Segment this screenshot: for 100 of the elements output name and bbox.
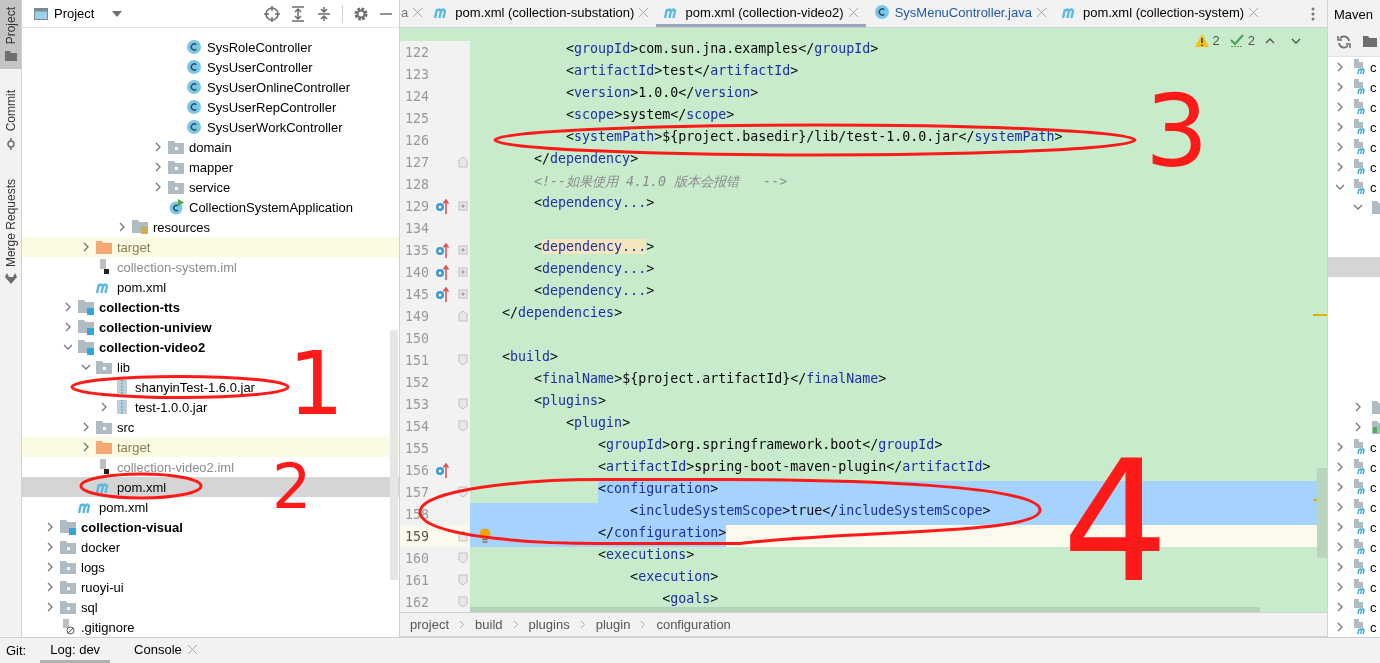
tree-label[interactable]: c xyxy=(1370,159,1377,175)
expand-chevron-icon[interactable] xyxy=(1335,82,1345,92)
tree-item[interactable]: logs xyxy=(22,557,399,577)
expand-chevron-icon[interactable] xyxy=(81,422,91,432)
expand-chevron-icon[interactable] xyxy=(1335,442,1345,452)
collapse-chevron-icon[interactable] xyxy=(1335,182,1345,192)
breadcrumb[interactable]: configuration xyxy=(656,617,731,632)
editor-tab[interactable]: pom.xml (collection-substation) xyxy=(426,0,657,27)
editor-tab[interactable]: pom.xml (collection-system) xyxy=(1053,0,1267,27)
expand-chevron-icon[interactable] xyxy=(1335,62,1345,72)
more-icon[interactable] xyxy=(1311,6,1315,21)
fold-marker-icon[interactable] xyxy=(457,156,468,168)
override-marker-icon[interactable] xyxy=(435,198,449,214)
settings-icon[interactable] xyxy=(353,5,369,22)
expand-chevron-icon[interactable] xyxy=(81,242,91,252)
fold-marker-icon[interactable] xyxy=(457,398,468,410)
locate-icon[interactable] xyxy=(264,5,280,22)
tree-item[interactable]: docker xyxy=(22,537,399,557)
tool-window-button[interactable]: Commit xyxy=(0,83,21,158)
tool-tab[interactable]: Console xyxy=(124,638,207,663)
expand-chevron-icon[interactable] xyxy=(1335,482,1345,492)
scrollbar[interactable] xyxy=(390,330,398,580)
collapse-chevron-icon[interactable] xyxy=(1353,202,1363,212)
check-icon[interactable] xyxy=(1229,34,1244,47)
tool-window-button[interactable]: Project xyxy=(0,0,21,70)
tree-label[interactable]: c xyxy=(1370,59,1377,75)
tree-item[interactable]: SysRoleController xyxy=(22,37,399,57)
tree-label[interactable]: c xyxy=(1370,499,1377,515)
tree-item[interactable]: target xyxy=(22,437,399,457)
breadcrumb[interactable]: plugins xyxy=(528,617,570,632)
tree-item[interactable]: resources xyxy=(22,217,399,237)
fold-marker-icon[interactable] xyxy=(457,530,468,542)
override-marker-icon[interactable] xyxy=(435,462,449,478)
dropdown-caret-icon[interactable] xyxy=(112,10,123,17)
tree-item[interactable]: sql xyxy=(22,597,399,617)
expand-chevron-icon[interactable] xyxy=(63,302,73,312)
tree-item[interactable]: target xyxy=(22,237,399,257)
tree-label[interactable]: c xyxy=(1370,79,1377,95)
collapse-chevron-icon[interactable] xyxy=(81,362,91,372)
tool-window-button[interactable]: Merge Requests xyxy=(0,171,21,292)
tree-item[interactable]: SysUserWorkController xyxy=(22,117,399,137)
expand-chevron-icon[interactable] xyxy=(1335,142,1345,152)
expand-chevron-icon[interactable] xyxy=(1335,462,1345,472)
expand-chevron-icon[interactable] xyxy=(45,522,55,532)
tree-item[interactable]: collection-system.iml xyxy=(22,257,399,277)
expand-chevron-icon[interactable] xyxy=(153,142,163,152)
expand-chevron-icon[interactable] xyxy=(117,222,127,232)
override-marker-icon[interactable] xyxy=(435,264,449,280)
tree-label[interactable]: c xyxy=(1370,459,1377,475)
fold-marker-icon[interactable] xyxy=(457,354,468,366)
breadcrumb[interactable]: plugin xyxy=(595,617,631,632)
collapse-all-icon[interactable] xyxy=(316,5,332,22)
fold-marker-icon[interactable] xyxy=(457,266,468,278)
panel-title[interactable]: Project xyxy=(54,6,95,21)
expand-chevron-icon[interactable] xyxy=(1353,402,1363,412)
tree-item[interactable]: collection-tts xyxy=(22,297,399,317)
tree-item[interactable]: ruoyi-ui xyxy=(22,577,399,597)
fold-marker-icon[interactable] xyxy=(457,596,468,608)
scrollbar[interactable] xyxy=(1317,468,1327,558)
tree-label[interactable]: c xyxy=(1370,539,1377,555)
breadcrumb[interactable]: build xyxy=(475,617,503,632)
folder-icon[interactable] xyxy=(1363,35,1377,49)
tree-label[interactable]: c xyxy=(1370,119,1377,135)
override-marker-icon[interactable] xyxy=(435,242,449,258)
expand-chevron-icon[interactable] xyxy=(99,402,109,412)
tree-label[interactable]: c xyxy=(1370,139,1377,155)
expand-chevron-icon[interactable] xyxy=(45,582,55,592)
tree-label[interactable]: c xyxy=(1370,519,1377,535)
next-icon[interactable] xyxy=(1291,37,1301,44)
tree-item[interactable]: pom.xml xyxy=(22,277,399,297)
tree-item[interactable]: service xyxy=(22,177,399,197)
expand-chevron-icon[interactable] xyxy=(1335,542,1345,552)
expand-chevron-icon[interactable] xyxy=(1335,102,1345,112)
tree-item[interactable]: mapper xyxy=(22,157,399,177)
tree-item[interactable]: CollectionSystemApplication xyxy=(22,197,399,217)
fold-marker-icon[interactable] xyxy=(457,244,468,256)
expand-chevron-icon[interactable] xyxy=(1335,122,1345,132)
tree-label[interactable]: c xyxy=(1370,579,1377,595)
editor-tab[interactable]: SysMenuController.java xyxy=(865,0,1054,27)
previous-icon[interactable] xyxy=(1265,37,1275,44)
fold-marker-icon[interactable] xyxy=(457,574,468,586)
expand-chevron-icon[interactable] xyxy=(1335,502,1345,512)
tree-label[interactable]: c xyxy=(1370,99,1377,115)
tree-item[interactable]: SysUserRepController xyxy=(22,97,399,117)
fold-marker-icon[interactable] xyxy=(457,200,468,212)
tree-item[interactable]: SysUserOnlineController xyxy=(22,77,399,97)
fold-marker-icon[interactable] xyxy=(457,420,468,432)
tree-label[interactable]: c xyxy=(1370,559,1377,575)
expand-chevron-icon[interactable] xyxy=(45,542,55,552)
expand-chevron-icon[interactable] xyxy=(1335,602,1345,612)
expand-chevron-icon[interactable] xyxy=(1353,422,1363,432)
override-marker-icon[interactable] xyxy=(435,286,449,302)
tree-item[interactable]: domain xyxy=(22,137,399,157)
tree-item[interactable]: SysUserController xyxy=(22,57,399,77)
editor-tab[interactable]: a xyxy=(400,0,427,27)
expand-chevron-icon[interactable] xyxy=(1335,622,1345,632)
expand-chevron-icon[interactable] xyxy=(153,182,163,192)
expand-chevron-icon[interactable] xyxy=(1335,562,1345,572)
expand-all-icon[interactable] xyxy=(290,5,306,22)
tree-label[interactable]: c xyxy=(1370,179,1377,195)
